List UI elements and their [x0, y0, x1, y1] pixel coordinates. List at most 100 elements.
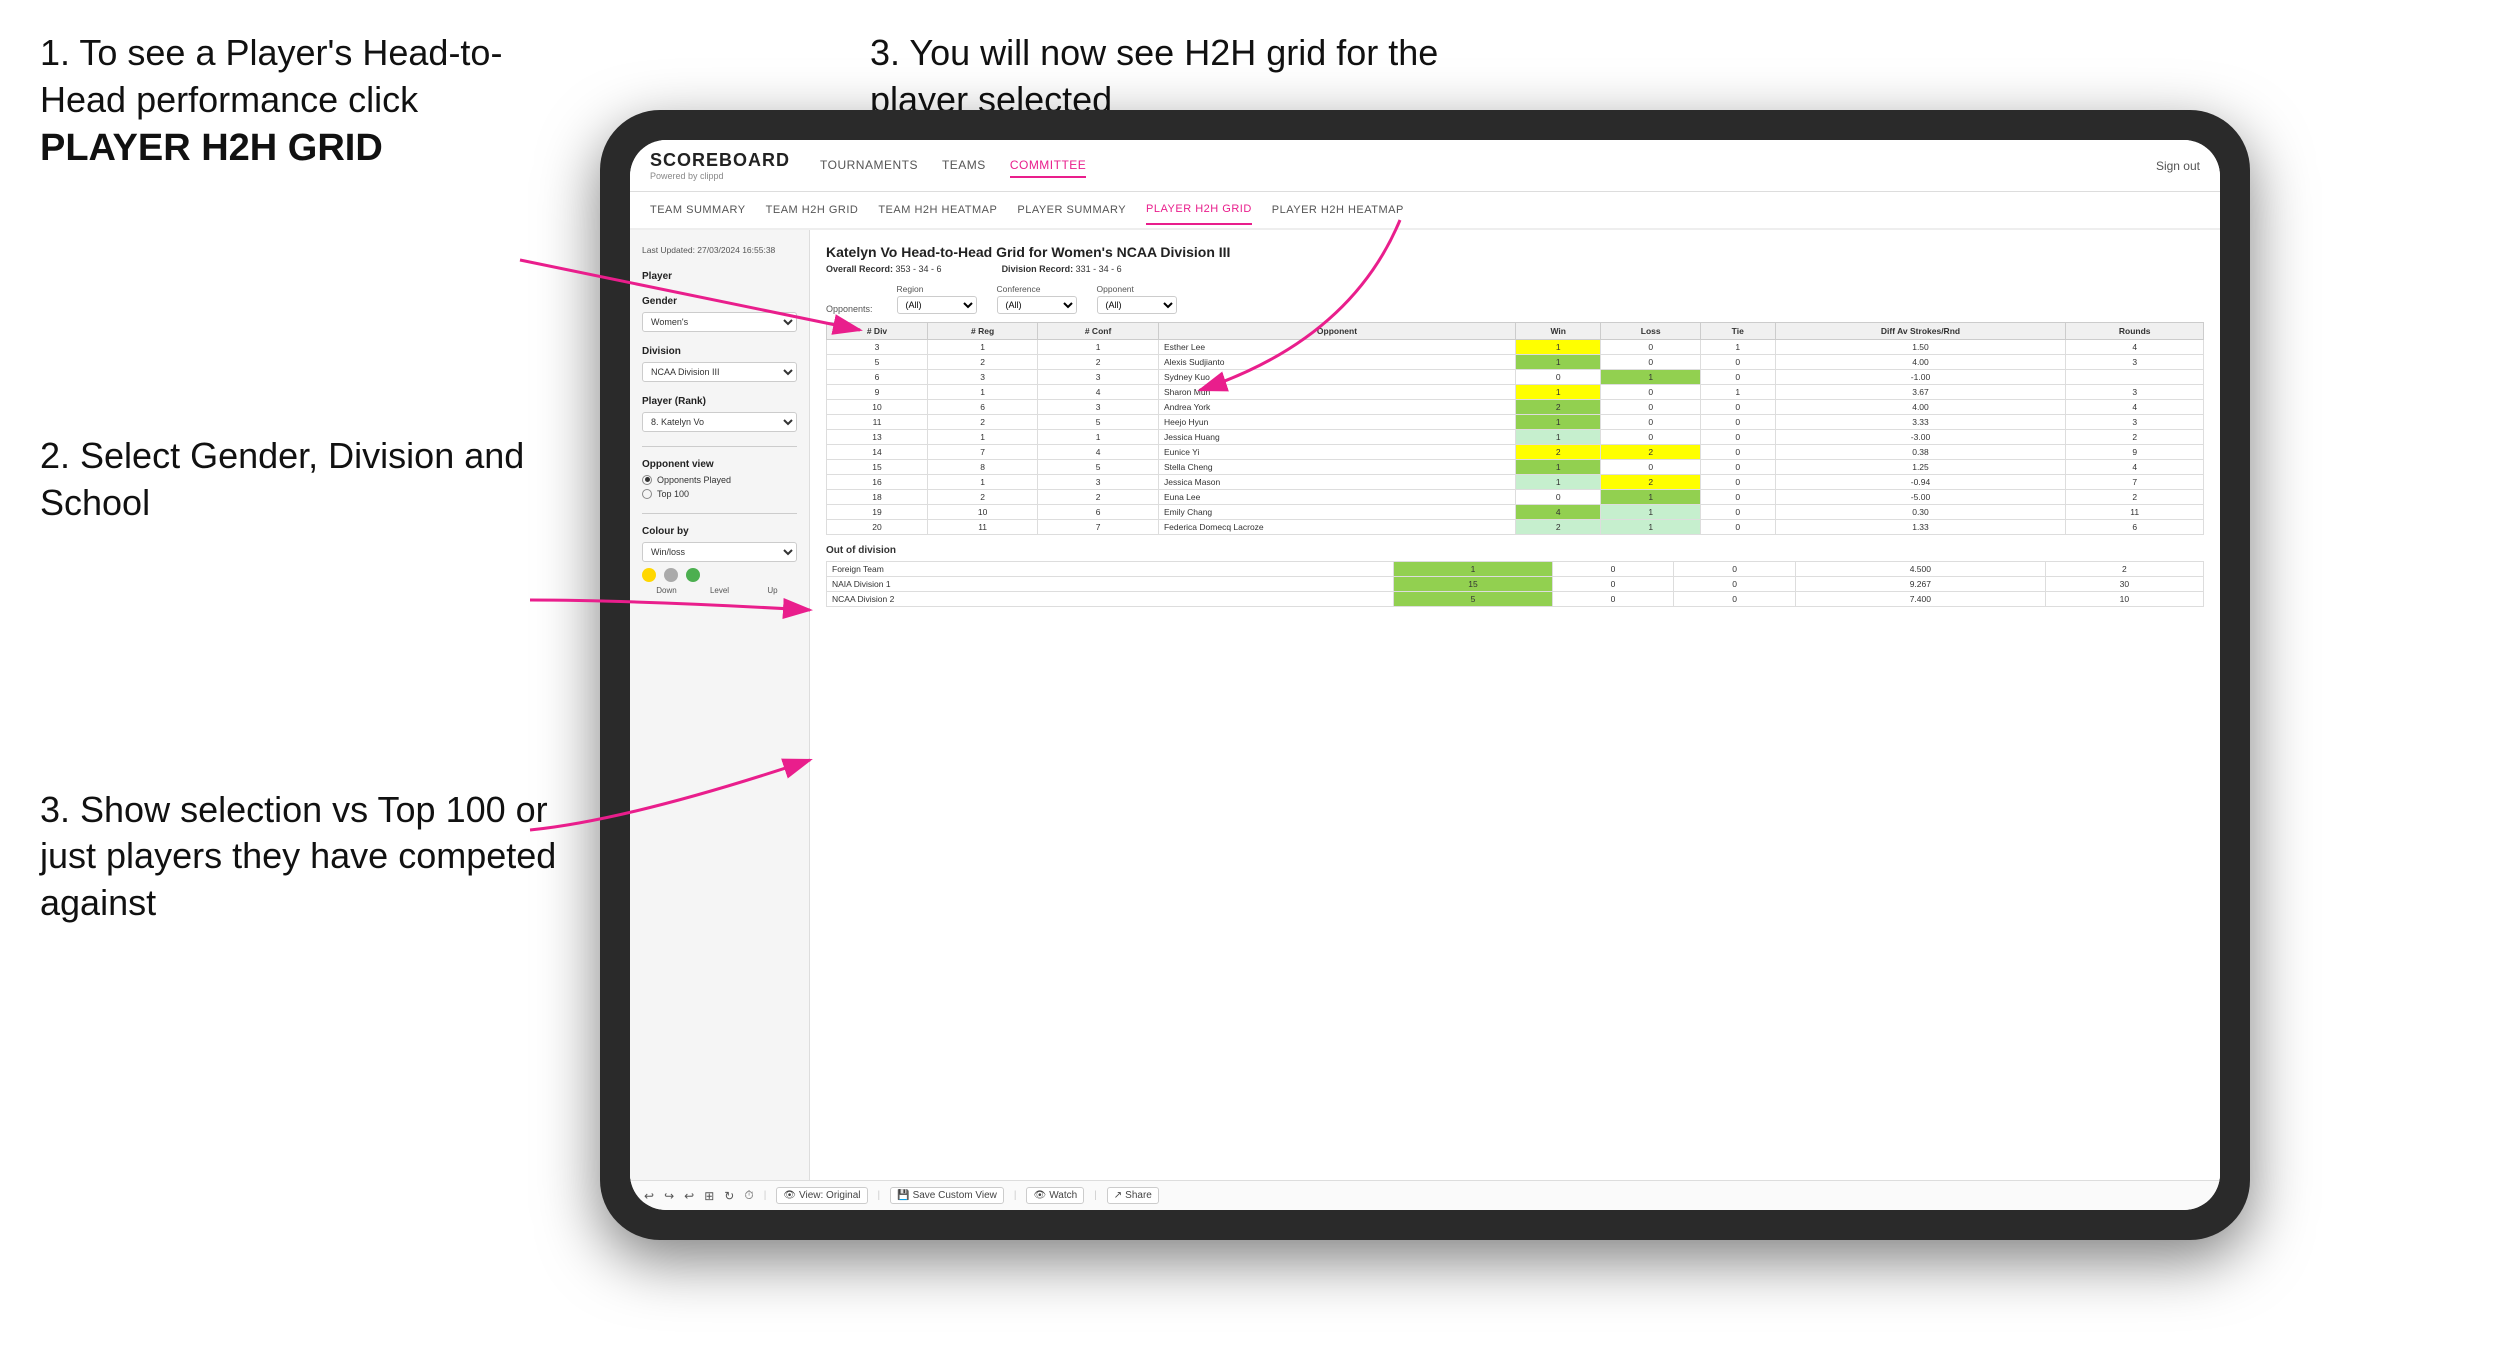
- nav-teams[interactable]: TEAMS: [942, 154, 986, 178]
- out-div-team: Foreign Team: [827, 562, 1394, 577]
- nav-committee[interactable]: COMMITTEE: [1010, 154, 1087, 178]
- view-original-btn[interactable]: 👁 View: Original: [776, 1187, 867, 1204]
- share-btn[interactable]: ↗ Share: [1107, 1187, 1159, 1204]
- out-div-diff: 7.400: [1796, 592, 2046, 607]
- colour-dots: [642, 568, 797, 582]
- cell-opponent: Sharon Mun: [1158, 385, 1515, 400]
- cell-tie: 0: [1700, 415, 1775, 430]
- out-div-diff: 4.500: [1796, 562, 2046, 577]
- out-div-team: NAIA Division 1: [827, 577, 1394, 592]
- sidebar-player-label: Player: [642, 271, 797, 282]
- filter-conference-select[interactable]: (All): [997, 296, 1077, 314]
- cell-div: 19: [827, 505, 928, 520]
- cell-div: 6: [827, 370, 928, 385]
- sub-nav-team-heatmap[interactable]: TEAM H2H HEATMAP: [878, 196, 997, 224]
- cell-div: 20: [827, 520, 928, 535]
- cell-loss: 2: [1601, 445, 1700, 460]
- sidebar-player-rank-label: Player (Rank): [642, 396, 797, 407]
- cell-tie: 0: [1700, 400, 1775, 415]
- grid-icon[interactable]: ⊞: [704, 1189, 714, 1203]
- cell-opponent: Eunice Yi: [1158, 445, 1515, 460]
- out-div-row: NAIA Division 1 15 0 0 9.267 30: [827, 577, 2204, 592]
- sidebar-player-rank-select[interactable]: 8. Katelyn Vo: [642, 412, 797, 432]
- cell-reg: 1: [928, 385, 1038, 400]
- sub-nav-player-h2h[interactable]: PLAYER H2H GRID: [1146, 195, 1252, 225]
- out-div-row: Foreign Team 1 0 0 4.500 2: [827, 562, 2204, 577]
- cell-tie: 0: [1700, 490, 1775, 505]
- sub-navbar: TEAM SUMMARY TEAM H2H GRID TEAM H2H HEAT…: [630, 192, 2220, 230]
- cell-rounds: 3: [2066, 385, 2204, 400]
- cell-loss: 0: [1601, 430, 1700, 445]
- cell-reg: 1: [928, 430, 1038, 445]
- colour-down-label: Down: [642, 586, 691, 595]
- cell-conf: 3: [1038, 370, 1159, 385]
- cell-reg: 2: [928, 415, 1038, 430]
- colour-by-select[interactable]: Win/loss: [642, 542, 797, 562]
- cell-win: 0: [1515, 490, 1601, 505]
- cell-div: 18: [827, 490, 928, 505]
- colour-up-label: Up: [748, 586, 797, 595]
- dot-up: [686, 568, 700, 582]
- sub-nav-team-summary[interactable]: TEAM SUMMARY: [650, 196, 746, 224]
- colour-labels: Down Level Up: [642, 586, 797, 595]
- out-div-table: Foreign Team 1 0 0 4.500 2 NAIA Division…: [826, 561, 2204, 607]
- filter-region-label: Region: [897, 284, 977, 294]
- watch-icon: 👁: [1033, 1190, 1046, 1201]
- cell-reg: 10: [928, 505, 1038, 520]
- th-loss: Loss: [1601, 323, 1700, 340]
- cell-diff: 0.38: [1775, 445, 2066, 460]
- cell-win: 1: [1515, 415, 1601, 430]
- filter-opponent-select[interactable]: (All): [1097, 296, 1177, 314]
- th-opponent: Opponent: [1158, 323, 1515, 340]
- cell-win: 1: [1515, 460, 1601, 475]
- sub-nav-player-heatmap[interactable]: PLAYER H2H HEATMAP: [1272, 196, 1404, 224]
- toolbar-sep4: |: [1094, 1190, 1097, 1201]
- bottom-toolbar: ↩ ↪ ↩ ⊞ ↻ ⏱ | 👁 View: Original | 💾 Save …: [630, 1180, 2220, 1210]
- table-row: 14 7 4 Eunice Yi 2 2 0 0.38 9: [827, 445, 2204, 460]
- cell-diff: 4.00: [1775, 355, 2066, 370]
- table-row: 20 11 7 Federica Domecq Lacroze 2 1 0 1.…: [827, 520, 2204, 535]
- watch-btn[interactable]: 👁 Watch: [1026, 1187, 1084, 1204]
- instruction-3-left: 3. Show selection vs Top 100 or just pla…: [40, 787, 580, 927]
- refresh-icon[interactable]: ↻: [724, 1189, 734, 1203]
- cell-rounds: [2066, 370, 2204, 385]
- cell-reg: 1: [928, 475, 1038, 490]
- undo2-icon[interactable]: ↩: [684, 1189, 694, 1203]
- cell-diff: -3.00: [1775, 430, 2066, 445]
- radio-top100[interactable]: Top 100: [642, 489, 797, 499]
- main-content: Last Updated: 27/03/2024 16:55:38 Player…: [630, 230, 2220, 1180]
- cell-loss: 1: [1601, 505, 1700, 520]
- th-conf: # Conf: [1038, 323, 1159, 340]
- opponent-view-label: Opponent view: [642, 459, 797, 470]
- sidebar-division-select[interactable]: NCAA Division III: [642, 362, 797, 382]
- cell-div: 9: [827, 385, 928, 400]
- navbar: SCOREBOARD Powered by clippd TOURNAMENTS…: [630, 140, 2220, 192]
- th-diff: Diff Av Strokes/Rnd: [1775, 323, 2066, 340]
- colour-level-label: Level: [695, 586, 744, 595]
- radio-opponents-played[interactable]: Opponents Played: [642, 475, 797, 485]
- instruction-1-bold: PLAYER H2H GRID: [40, 127, 383, 169]
- cell-loss: 1: [1601, 370, 1700, 385]
- clock-icon[interactable]: ⏱: [744, 1188, 753, 1203]
- sidebar-divider: [642, 446, 797, 447]
- cell-win: 1: [1515, 385, 1601, 400]
- logo-area: SCOREBOARD Powered by clippd: [650, 150, 790, 181]
- filter-region-select[interactable]: (All): [897, 296, 977, 314]
- cell-opponent: Alexis Sudjianto: [1158, 355, 1515, 370]
- cell-reg: 7: [928, 445, 1038, 460]
- cell-win: 1: [1515, 475, 1601, 490]
- sidebar-date: Last Updated: 27/03/2024 16:55:38: [642, 244, 797, 257]
- cell-conf: 3: [1038, 475, 1159, 490]
- nav-tournaments[interactable]: TOURNAMENTS: [820, 154, 918, 178]
- grid-area: Katelyn Vo Head-to-Head Grid for Women's…: [810, 230, 2220, 1180]
- sidebar-gender-select[interactable]: Women's: [642, 312, 797, 332]
- sign-out[interactable]: Sign out: [2156, 159, 2200, 173]
- undo-icon[interactable]: ↩: [644, 1189, 654, 1203]
- redo-icon[interactable]: ↪: [664, 1189, 674, 1203]
- cell-loss: 0: [1601, 385, 1700, 400]
- save-custom-label: Save Custom View: [913, 1190, 997, 1201]
- cell-reg: 2: [928, 355, 1038, 370]
- sub-nav-team-h2h[interactable]: TEAM H2H GRID: [766, 196, 859, 224]
- save-custom-btn[interactable]: 💾 Save Custom View: [890, 1187, 1004, 1204]
- sub-nav-player-summary[interactable]: PLAYER SUMMARY: [1017, 196, 1126, 224]
